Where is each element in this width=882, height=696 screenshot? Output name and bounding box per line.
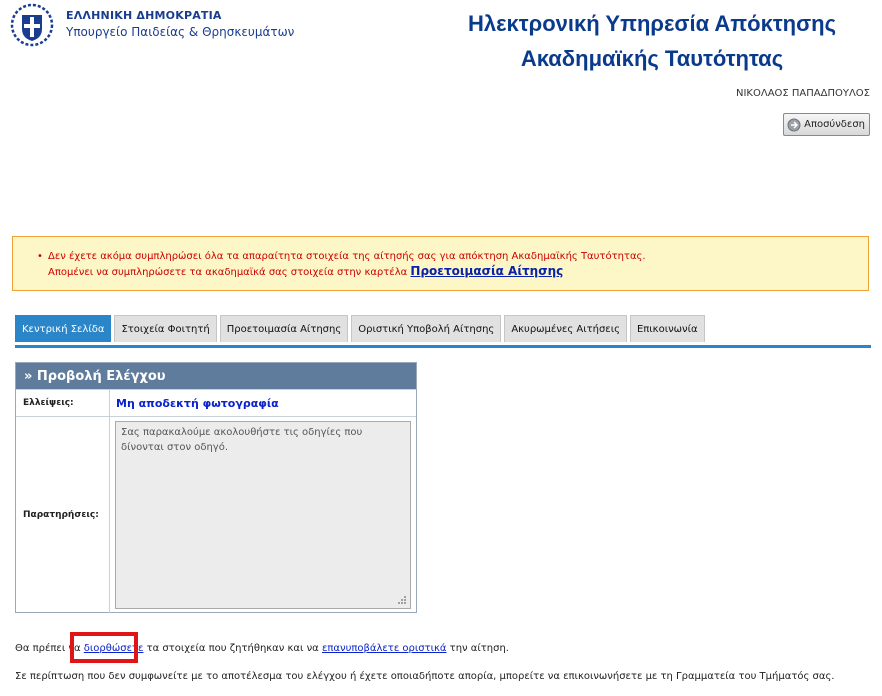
deficiencies-row: Ελλείψεις: Μη αποδεκτή φωτογραφία (16, 389, 416, 416)
logout-button[interactable]: Αποσύνδεση (783, 113, 870, 136)
user-name: ΝΙΚΟΛΑΟΣ ΠΑΠΑΔΠΟΥΛΟΣ (736, 88, 870, 99)
prepare-application-link[interactable]: Προετοιμασία Αίτησης (410, 264, 563, 278)
title-line2: Ακαδημαϊκής Ταυτότητας (520, 46, 784, 71)
remarks-textarea[interactable]: Σας παρακαλούμε ακολουθήστε τις οδηγίες … (115, 421, 411, 609)
resize-grip-icon[interactable] (397, 595, 407, 605)
tab-home[interactable]: Κεντρική Σελίδα (15, 315, 112, 342)
gov-line1: ΕΛΛΗΝΙΚΗ ΔΗΜΟΚΡΑΤΙΑ (66, 9, 222, 22)
remarks-label: Παρατηρήσεις: (16, 417, 110, 613)
remarks-text: Σας παρακαλούμε ακολουθήστε τις οδηγίες … (121, 427, 363, 453)
tab-final-submission[interactable]: Οριστική Υποβολή Αίτησης (351, 315, 502, 342)
title-line1: Ηλεκτρονική Υπηρεσία Απόκτησης (467, 11, 837, 36)
remarks-cell: Σας παρακαλούμε ακολουθήστε τις οδηγίες … (110, 417, 416, 613)
alert-line2: Απομένει να συμπληρώσετε τα ακαδημαϊκά σ… (35, 264, 868, 280)
alert-bullet-icon: • (37, 251, 43, 262)
alert-line2-text: Απομένει να συμπληρώσετε τα ακαδημαϊκά σ… (48, 267, 408, 278)
tab-student-details[interactable]: Στοιχεία Φοιτητή (114, 315, 217, 342)
incomplete-application-alert: • Δεν έχετε ακόμα συμπληρώσει όλα τα απα… (12, 236, 869, 291)
resubmit-link[interactable]: επανυποβάλετε οριστικά (322, 643, 447, 654)
contact-instructions: Σε περίπτωση που δεν συμφωνείτε με το απ… (15, 671, 835, 682)
p1-text-b: τα στοιχεία που ζητήθηκαν και να (146, 643, 319, 654)
logout-label: Αποσύνδεση (804, 119, 865, 130)
review-panel: » Προβολή Ελέγχου Ελλείψεις: Μη αποδεκτή… (15, 362, 417, 613)
p1-text-c: την αίτηση. (449, 643, 509, 654)
gov-line2: Υπουργείο Παιδείας & Θρησκευμάτων (66, 25, 295, 39)
tab-cancelled-applications[interactable]: Ακυρωμένες Αιτήσεις (504, 315, 627, 342)
tab-contact[interactable]: Επικοινωνία (629, 315, 705, 342)
deficiencies-value: Μη αποδεκτή φωτογραφία (116, 396, 279, 410)
highlight-box (70, 632, 138, 663)
deficiencies-label: Ελλείψεις: (16, 390, 110, 416)
government-title: ΕΛΛΗΝΙΚΗ ΔΗΜΟΚΡΑΤΙΑ Υπουργείο Παιδείας &… (66, 8, 294, 40)
alert-line1: Δεν έχετε ακόμα συμπληρώσει όλα τα απαρα… (48, 251, 646, 262)
tab-application-preparation[interactable]: Προετοιμασία Αίτησης (219, 315, 349, 342)
logout-icon (787, 118, 801, 131)
review-panel-title: » Προβολή Ελέγχου (16, 363, 416, 389)
greek-emblem-logo (10, 3, 54, 47)
remarks-row: Παρατηρήσεις: Σας παρακαλούμε ακολουθήστ… (16, 416, 416, 613)
page-title: Ηλεκτρονική Υπηρεσία Απόκτησης Ακαδημαϊκ… (442, 6, 862, 76)
main-tabs: Κεντρική Σελίδα Στοιχεία Φοιτητή Προετοι… (15, 315, 871, 348)
